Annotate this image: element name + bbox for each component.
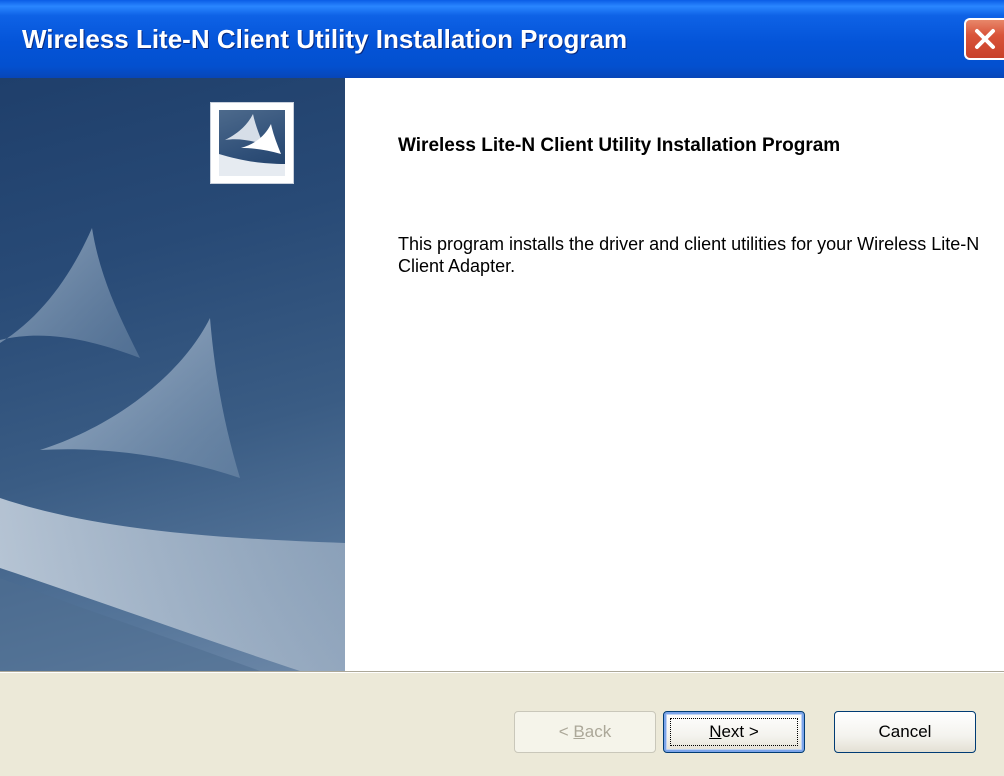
next-button[interactable]: Next >: [663, 711, 805, 753]
close-button[interactable]: [964, 18, 1004, 60]
button-bar: < Back Next > Cancel: [0, 673, 1004, 776]
window-title: Wireless Lite-N Client Utility Installat…: [22, 24, 628, 54]
title-bar[interactable]: Wireless Lite-N Client Utility Installat…: [0, 0, 1004, 78]
sail-logo-icon: [219, 110, 285, 176]
description-text: This program installs the driver and cli…: [398, 234, 980, 276]
side-banner-image: [0, 78, 345, 671]
back-button[interactable]: < Back: [514, 711, 656, 753]
logo-frame: [210, 102, 294, 184]
cancel-button[interactable]: Cancel: [834, 711, 976, 753]
page-heading: Wireless Lite-N Client Utility Installat…: [398, 135, 841, 156]
installer-window: Wireless Lite-N Client Utility Installat…: [0, 0, 1004, 776]
content-panel: Wireless Lite-N Client Utility Installat…: [345, 78, 1004, 671]
close-x-icon: [975, 29, 995, 49]
